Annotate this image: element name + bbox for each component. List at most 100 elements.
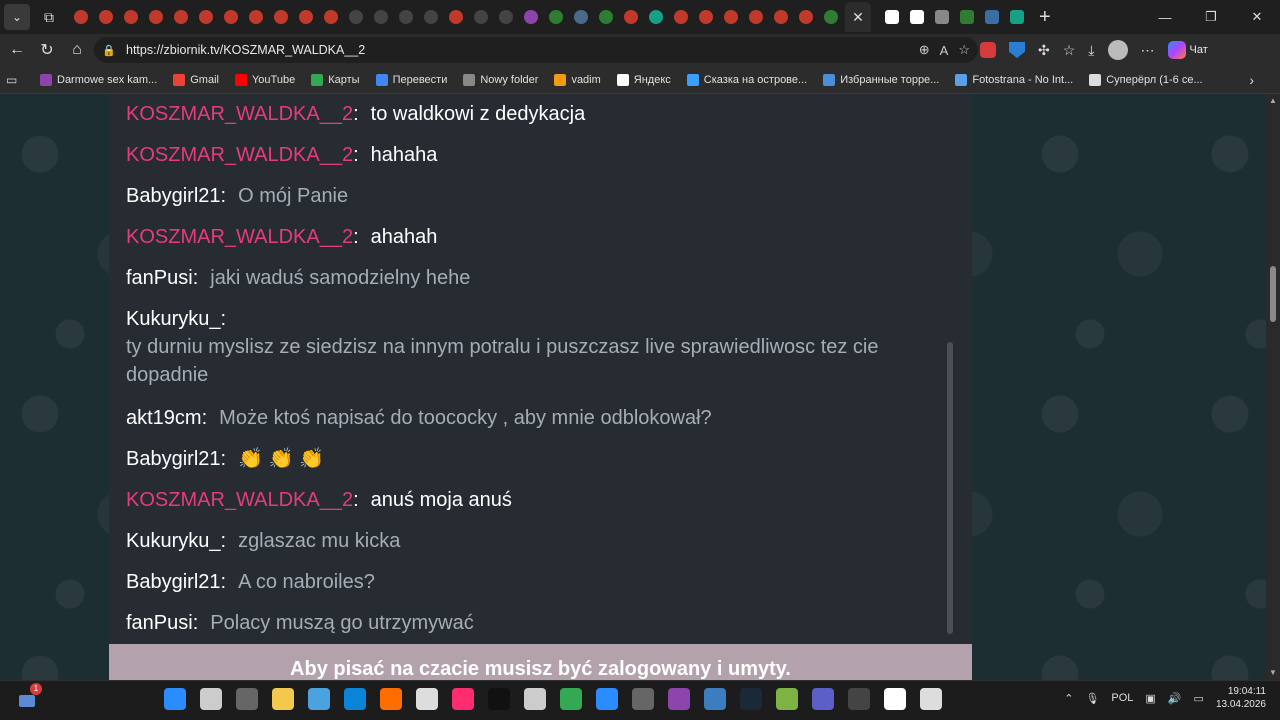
- bookmark-item[interactable]: Fotostrana - No Int...: [955, 73, 1073, 86]
- chat-username[interactable]: KOSZMAR_WALDKA__2: [126, 144, 353, 166]
- taskbar-app-icon[interactable]: [704, 688, 726, 710]
- taskbar-app-icon[interactable]: [524, 688, 546, 710]
- bookmark-item[interactable]: Gmail: [173, 73, 219, 86]
- taskbar-app-icon[interactable]: [596, 688, 618, 710]
- tab-favicon-icon[interactable]: [298, 10, 313, 24]
- tab-favicon-icon[interactable]: [884, 10, 899, 24]
- taskbar-app-icon[interactable]: [416, 688, 438, 710]
- extensions-puzzle-icon[interactable]: ✣: [1038, 42, 1050, 59]
- tab-favicon-icon[interactable]: [959, 10, 974, 24]
- tab-favicon-icon[interactable]: [223, 10, 238, 24]
- tab-favicon-icon[interactable]: [648, 10, 663, 24]
- chat-username[interactable]: Babygirl21: [126, 571, 221, 593]
- battery-icon[interactable]: ▭: [1194, 692, 1204, 705]
- language-indicator[interactable]: POL: [1111, 692, 1133, 704]
- favorites-icon[interactable]: ☆: [1063, 42, 1076, 59]
- tab-favicon-icon[interactable]: [173, 10, 188, 24]
- tab-favicon-icon[interactable]: [398, 10, 413, 24]
- volume-icon[interactable]: 🔊: [1168, 692, 1182, 705]
- chat-username[interactable]: fanPusi: [126, 612, 193, 634]
- close-window-button[interactable]: ✕: [1234, 0, 1280, 34]
- taskbar-app-icon[interactable]: [236, 688, 258, 710]
- scroll-up-arrow-icon[interactable]: ▲: [1266, 94, 1280, 108]
- bookmark-item[interactable]: Карты: [311, 73, 360, 86]
- favorite-star-icon[interactable]: ☆: [958, 42, 970, 58]
- taskbar-app-icon[interactable]: [848, 688, 870, 710]
- back-button[interactable]: ←: [2, 35, 32, 65]
- bookmark-item[interactable]: YouTube: [234, 73, 295, 86]
- taskbar-app-icon[interactable]: [812, 688, 834, 710]
- bookmark-item[interactable]: Избранные торре...: [823, 73, 939, 86]
- tray-overflow-chevron-icon[interactable]: ⌃: [1064, 692, 1073, 705]
- bookmark-item[interactable]: vadim: [554, 73, 601, 86]
- page-scrollbar-thumb[interactable]: [1270, 266, 1276, 322]
- chat-username[interactable]: KOSZMAR_WALDKA__2: [126, 489, 353, 511]
- minimize-button[interactable]: —: [1142, 0, 1188, 34]
- bookmark-item[interactable]: Сказка на острове...: [686, 73, 807, 86]
- tab-favicon-icon[interactable]: [548, 10, 563, 24]
- active-tab-close-button[interactable]: ✕: [845, 2, 871, 32]
- vpn-extension-icon[interactable]: [1009, 42, 1025, 58]
- new-tab-button[interactable]: +: [1039, 6, 1051, 29]
- bookmarks-menu-icon[interactable]: ▭: [6, 73, 30, 87]
- tab-favicon-icon[interactable]: [423, 10, 438, 24]
- bookmark-item[interactable]: Яндекс: [616, 73, 671, 86]
- taskbar-app-icon[interactable]: [668, 688, 690, 710]
- chat-username[interactable]: Babygirl21: [126, 448, 221, 470]
- taskbar-app-icon[interactable]: [308, 688, 330, 710]
- taskbar-app-icon[interactable]: [164, 688, 186, 710]
- taskbar-app-icon[interactable]: [632, 688, 654, 710]
- bookmarks-overflow-chevron-icon[interactable]: ›: [1249, 72, 1254, 88]
- tab-favicon-icon[interactable]: [498, 10, 513, 24]
- tab-favicon-icon[interactable]: [673, 10, 688, 24]
- tab-favicon-icon[interactable]: [623, 10, 638, 24]
- refresh-button[interactable]: ↻: [32, 35, 62, 65]
- taskbar-app-icon[interactable]: [200, 688, 222, 710]
- tab-favicon-icon[interactable]: [698, 10, 713, 24]
- taskbar-app-icon[interactable]: [272, 688, 294, 710]
- bookmark-item[interactable]: Суперёрл (1-6 се...: [1089, 73, 1203, 86]
- tab-favicon-icon[interactable]: [748, 10, 763, 24]
- url-text[interactable]: https://zbiornik.tv/KOSZMAR_WALDKA__2: [126, 43, 365, 57]
- clock[interactable]: 19:04:11 13.04.2026: [1216, 685, 1266, 711]
- maximize-button[interactable]: ❐: [1188, 0, 1234, 34]
- page-scrollbar[interactable]: ▲ ▼: [1266, 94, 1280, 680]
- zoom-icon[interactable]: ⊕: [919, 42, 930, 58]
- taskbar-app-icon[interactable]: [884, 688, 906, 710]
- tab-favicon-icon[interactable]: [123, 10, 138, 24]
- chat-username[interactable]: KOSZMAR_WALDKA__2: [126, 103, 353, 125]
- read-aloud-icon[interactable]: A: [940, 43, 949, 58]
- bookmark-item[interactable]: Darmowe sex kam...: [40, 73, 157, 86]
- tab-favicon-icon[interactable]: [448, 10, 463, 24]
- tab-favicon-icon[interactable]: [198, 10, 213, 24]
- tab-actions-button[interactable]: ⌄: [4, 4, 30, 30]
- address-bar[interactable]: 🔒 https://zbiornik.tv/KOSZMAR_WALDKA__2 …: [94, 37, 978, 63]
- profile-avatar[interactable]: [1107, 40, 1128, 60]
- tab-favicon-icon[interactable]: [248, 10, 263, 24]
- taskbar-app-icon[interactable]: [488, 688, 510, 710]
- taskbar-app-icon[interactable]: [776, 688, 798, 710]
- home-button[interactable]: ⌂: [62, 35, 92, 65]
- tab-favicon-icon[interactable]: [984, 10, 999, 24]
- tab-favicon-icon[interactable]: [348, 10, 363, 24]
- taskbar-app-icon[interactable]: [380, 688, 402, 710]
- widgets-icon[interactable]: 1: [14, 683, 42, 713]
- chat-username[interactable]: akt19cm: [126, 407, 202, 429]
- taskbar-app-icon[interactable]: [452, 688, 474, 710]
- tab-favicon-icon[interactable]: [723, 10, 738, 24]
- taskbar-app-icon[interactable]: [560, 688, 582, 710]
- tab-favicon-icon[interactable]: [909, 10, 924, 24]
- scroll-down-arrow-icon[interactable]: ▼: [1266, 666, 1280, 680]
- tab-favicon-icon[interactable]: [773, 10, 788, 24]
- more-menu-icon[interactable]: ⋯: [1141, 42, 1155, 59]
- copilot-button[interactable]: Чат: [1167, 41, 1208, 59]
- taskbar-app-icon[interactable]: [740, 688, 762, 710]
- chat-scrollbar[interactable]: [947, 342, 953, 634]
- chat-username[interactable]: Kukuryku_: [126, 530, 221, 552]
- microphone-icon[interactable]: 🎙: [1085, 692, 1099, 705]
- network-icon[interactable]: ▣: [1145, 692, 1155, 705]
- chat-username[interactable]: Babygirl21: [126, 185, 221, 207]
- chat-username[interactable]: fanPusi: [126, 267, 193, 289]
- workspaces-icon[interactable]: ⧉: [36, 4, 62, 30]
- extension-icon[interactable]: [980, 42, 996, 58]
